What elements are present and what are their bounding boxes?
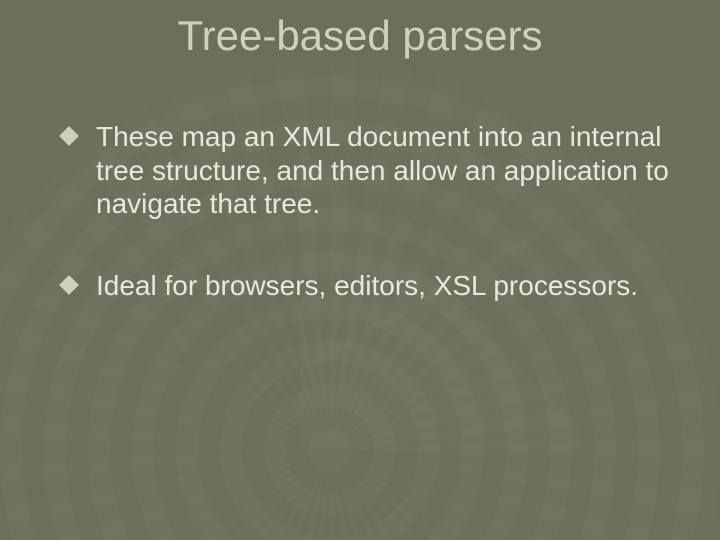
slide-title: Tree-based parsers	[0, 12, 720, 60]
diamond-bullet-icon	[59, 275, 79, 295]
slide-body: These map an XML document into an intern…	[62, 120, 680, 350]
diamond-bullet-icon	[59, 126, 79, 146]
bullet-text: Ideal for browsers, editors, XSL process…	[96, 270, 638, 301]
bullet-text: These map an XML document into an intern…	[96, 121, 669, 219]
bullet-item: Ideal for browsers, editors, XSL process…	[62, 269, 680, 303]
slide: Tree-based parsers These map an XML docu…	[0, 0, 720, 540]
bullet-item: These map an XML document into an intern…	[62, 120, 680, 221]
